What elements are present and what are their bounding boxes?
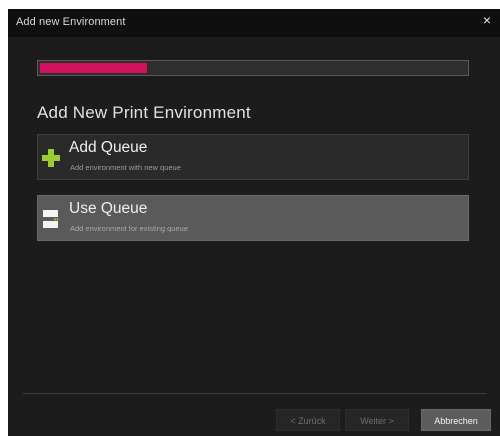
- footer-divider: [23, 393, 487, 394]
- page-heading: Add New Print Environment: [37, 103, 251, 122]
- progress-bar: [37, 60, 469, 76]
- window-title: Add new Environment: [16, 16, 126, 28]
- use-queue-title: Use Queue: [69, 200, 148, 217]
- next-button[interactable]: Weiter >: [345, 409, 409, 431]
- title-bar: Add new Environment ×: [8, 9, 500, 37]
- back-button[interactable]: < Zurück: [276, 409, 340, 431]
- add-queue-title: Add Queue: [69, 139, 148, 156]
- plus-icon: [42, 149, 60, 167]
- add-queue-option[interactable]: Add Queue Add environment with new queue: [37, 134, 469, 180]
- queue-icon: [43, 210, 59, 228]
- add-queue-subtitle: Add environment with new queue: [70, 163, 181, 172]
- dialog-window: Add new Environment × Add New Print Envi…: [8, 9, 500, 436]
- close-icon[interactable]: ×: [478, 11, 496, 29]
- use-queue-subtitle: Add environment for existing queue: [70, 224, 188, 233]
- use-queue-option[interactable]: Use Queue Add environment for existing q…: [37, 195, 469, 241]
- progress-fill: [40, 63, 147, 73]
- cancel-button[interactable]: Abbrechen: [421, 409, 491, 431]
